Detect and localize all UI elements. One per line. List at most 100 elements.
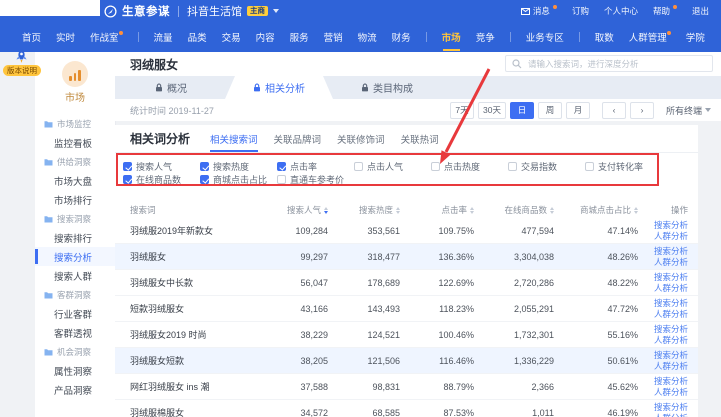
date-range-button[interactable]: 30天 [478, 102, 506, 119]
nav-item[interactable]: 内容 [256, 30, 275, 44]
account-menu-item[interactable]: 帮助 [653, 5, 677, 17]
metric-checkbox[interactable]: 直通车参考价 [277, 173, 354, 186]
table-row[interactable]: 羽绒服女 99,297 318,477 136.36% 3,304,038 48… [115, 244, 698, 270]
sidebar-item[interactable]: 搜索排行 [35, 228, 115, 247]
table-row[interactable]: 网红羽绒服女 ins 潮 37,588 98,831 88.79% 2,366 … [115, 374, 698, 400]
nav-item[interactable]: 作战室 [90, 30, 123, 44]
prev-period-button[interactable]: ‹ [602, 102, 626, 119]
nav-item[interactable]: 学院 [686, 30, 705, 44]
sidebar-item[interactable]: 客群洞察 [35, 285, 115, 304]
nav-item[interactable]: 业务专区 [526, 30, 564, 44]
table-row[interactable]: 短款羽绒服女 43,166 143,493 118.23% 2,055,291 … [115, 296, 698, 322]
nav-item[interactable]: 实时 [56, 30, 75, 44]
nav-item[interactable]: 人群管理 [629, 30, 671, 44]
nav-item[interactable]: 财务 [392, 30, 411, 44]
version-badge[interactable]: 版本说明 [3, 65, 41, 76]
word-type-subtab[interactable]: 关联修饰词 [337, 125, 385, 152]
nav-item[interactable]: 流量 [154, 30, 173, 44]
audience-analysis-link[interactable]: 人群分析 [654, 283, 688, 293]
metric-checkbox[interactable]: 点击人气 [354, 160, 431, 173]
search-analysis-link[interactable]: 搜索分析 [654, 376, 688, 386]
table-row[interactable]: 羽绒服2019年新款女 109,284 353,561 109.75% 477,… [115, 218, 698, 244]
terminal-filter-dropdown[interactable]: 所有终端 [666, 104, 711, 117]
table-row[interactable]: 羽绒服棉服女 34,572 68,585 87.53% 1,011 46.19%… [115, 400, 698, 417]
checkbox-box[interactable] [585, 162, 594, 171]
keyword-search-box[interactable] [505, 55, 713, 72]
sidebar-item[interactable]: 机会洞察 [35, 342, 115, 361]
col-header-mall-click-ratio[interactable]: 商城点击占比 [554, 204, 638, 216]
word-type-subtab[interactable]: 关联品牌词 [274, 125, 322, 152]
search-analysis-link[interactable]: 搜索分析 [654, 350, 688, 360]
sidebar-item[interactable]: 产品洞察 [35, 380, 115, 399]
word-type-subtab[interactable]: 相关搜索词 [210, 125, 258, 152]
search-analysis-link[interactable]: 搜索分析 [654, 246, 688, 256]
nav-item[interactable]: 竞争 [476, 30, 495, 44]
checkbox-box[interactable] [123, 162, 132, 171]
account-menu-item[interactable]: 退出 [692, 5, 709, 17]
sidebar-item[interactable]: 搜索分析 [35, 247, 115, 266]
account-menu-item[interactable]: 个人中心 [604, 5, 638, 17]
metric-checkbox[interactable]: 点击率 [277, 160, 354, 173]
nav-item[interactable]: 首页 [22, 30, 41, 44]
sidebar-item[interactable]: 客群透视 [35, 323, 115, 342]
audience-analysis-link[interactable]: 人群分析 [654, 309, 688, 319]
checkbox-box[interactable] [277, 162, 286, 171]
col-header-search-popularity[interactable]: 搜索人气 [262, 204, 328, 216]
sidebar-item[interactable]: 市场监控 [35, 114, 115, 133]
account-menu-item[interactable]: 订购 [572, 5, 589, 17]
analysis-tab[interactable]: 相关分析 [225, 76, 333, 99]
metric-checkbox[interactable]: 点击热度 [431, 160, 508, 173]
checkbox-box[interactable] [431, 162, 440, 171]
sidebar-item[interactable]: 市场排行 [35, 190, 115, 209]
sidebar-item[interactable]: 供给洞察 [35, 152, 115, 171]
metric-checkbox[interactable]: 支付转化率 [585, 160, 662, 173]
col-header-search-heat[interactable]: 搜索热度 [328, 204, 400, 216]
table-row[interactable]: 羽绒服女短款 38,205 121,506 116.46% 1,336,229 … [115, 348, 698, 374]
rocket-icon[interactable] [13, 48, 30, 65]
nav-item[interactable]: 交易 [222, 30, 241, 44]
sidebar-item[interactable]: 搜索人群 [35, 266, 115, 285]
col-header-ctr[interactable]: 点击率 [400, 204, 474, 216]
date-range-button[interactable]: 周 [538, 102, 562, 119]
sidebar-item[interactable]: 属性洞察 [35, 361, 115, 380]
metric-checkbox[interactable]: 在线商品数 [123, 173, 200, 186]
sidebar-item[interactable]: 搜索洞察 [35, 209, 115, 228]
metric-checkbox[interactable]: 搜索热度 [200, 160, 277, 173]
sidebar-item[interactable]: 行业客群 [35, 304, 115, 323]
shop-switcher-caret[interactable] [273, 9, 279, 16]
audience-analysis-link[interactable]: 人群分析 [654, 231, 688, 241]
search-analysis-link[interactable]: 搜索分析 [654, 298, 688, 308]
nav-item[interactable]: 物流 [358, 30, 377, 44]
search-analysis-link[interactable]: 搜索分析 [654, 272, 688, 282]
table-row[interactable]: 羽绒服女2019 时尚 38,229 124,521 100.46% 1,732… [115, 322, 698, 348]
date-range-button[interactable]: 日 [510, 102, 534, 119]
account-menu-item[interactable]: 消息 [521, 5, 557, 17]
date-range-button[interactable]: 月 [566, 102, 590, 119]
audience-analysis-link[interactable]: 人群分析 [654, 413, 688, 417]
checkbox-box[interactable] [123, 175, 132, 184]
audience-analysis-link[interactable]: 人群分析 [654, 335, 688, 345]
nav-item[interactable]: 营销 [324, 30, 343, 44]
checkbox-box[interactable] [508, 162, 517, 171]
col-header-online-items[interactable]: 在线商品数 [474, 204, 554, 216]
next-period-button[interactable]: › [630, 102, 654, 119]
checkbox-box[interactable] [200, 162, 209, 171]
nav-item[interactable]: 取数 [595, 30, 614, 44]
audience-analysis-link[interactable]: 人群分析 [654, 257, 688, 267]
search-analysis-link[interactable]: 搜索分析 [654, 220, 688, 230]
sidebar-item[interactable]: 市场大盘 [35, 171, 115, 190]
audience-analysis-link[interactable]: 人群分析 [654, 387, 688, 397]
metric-checkbox[interactable]: 商城点击占比 [200, 173, 277, 186]
nav-item[interactable]: 品类 [188, 30, 207, 44]
search-analysis-link[interactable]: 搜索分析 [654, 402, 688, 412]
word-type-subtab[interactable]: 关联热词 [401, 125, 439, 152]
nav-item[interactable]: 市场 [442, 30, 461, 44]
metric-checkbox[interactable]: 搜索人气 [123, 160, 200, 173]
nav-item[interactable]: 服务 [290, 30, 309, 44]
checkbox-box[interactable] [200, 175, 209, 184]
checkbox-box[interactable] [354, 162, 363, 171]
search-analysis-link[interactable]: 搜索分析 [654, 324, 688, 334]
metric-checkbox[interactable]: 交易指数 [508, 160, 585, 173]
sidebar-item[interactable]: 监控看板 [35, 133, 115, 152]
checkbox-box[interactable] [277, 175, 286, 184]
